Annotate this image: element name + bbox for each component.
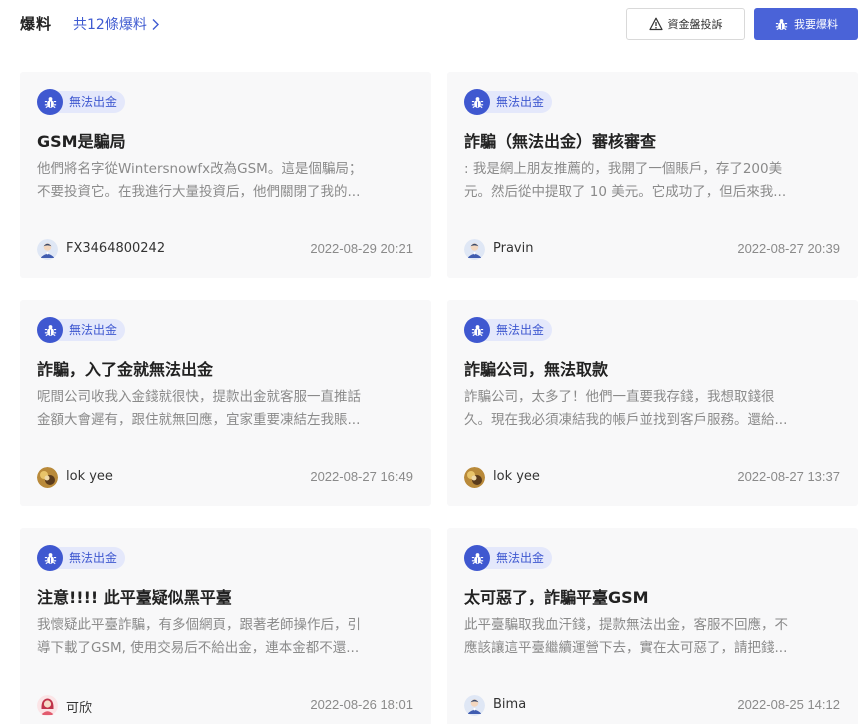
- category-tag: 無法出金: [464, 544, 553, 572]
- excerpt-line: : 我是網上朋友推薦的，我開了一個賬戶，存了200美: [464, 161, 783, 177]
- author-name: lok yee: [493, 469, 540, 484]
- author-name: 可欣: [66, 701, 93, 716]
- report-card[interactable]: 無法出金 詐騙（無法出金）審核審查 : 我是網上朋友推薦的，我開了一個賬戶，存了…: [447, 72, 858, 278]
- report-excerpt: 他們將名字從Wintersnowfx改為GSM。這是個騙局； 不要投資它。在我進…: [37, 158, 412, 204]
- bug-icon: [464, 317, 490, 343]
- excerpt-line: 導下載了GSM, 使用交易后不給出金，連本金都不還...: [37, 640, 360, 656]
- excerpt-line: 金額大會遲有，跟住就無回應，宜家重要凍結左我賬...: [37, 412, 361, 428]
- post-date: 2022-08-27 16:49: [310, 469, 413, 484]
- bug-icon: [464, 89, 490, 115]
- author-name: lok yee: [66, 469, 113, 484]
- category-label: 無法出金: [482, 547, 553, 569]
- category-tag: 無法出金: [37, 88, 126, 116]
- photo-avatar-icon: [464, 467, 485, 488]
- post-date: 2022-08-25 14:12: [737, 697, 840, 712]
- report-title[interactable]: GSM是騙局: [37, 128, 417, 152]
- bug-icon: [37, 545, 63, 571]
- report-card[interactable]: 無法出金 詐騙，入了金就無法出金 呢間公司收我入金錢就很快，提款出金就客服一直推…: [20, 300, 431, 506]
- report-card[interactable]: 無法出金 GSM是騙局 他們將名字從Wintersnowfx改為GSM。這是個騙…: [20, 72, 431, 278]
- excerpt-line: 我懷疑此平臺詐騙，有多個網頁，跟著老師操作后，引: [37, 617, 361, 633]
- female-user-avatar-icon: [37, 695, 58, 716]
- header-bar: 爆料 共12條爆料 資金盤投訴 我要爆料: [0, 0, 865, 48]
- fund-complaint-label: 資金盤投訴: [667, 18, 723, 31]
- post-date: 2022-08-26 18:01: [310, 697, 413, 712]
- excerpt-line: 他們將名字從Wintersnowfx改為GSM。這是個騙局；: [37, 161, 363, 177]
- category-tag: 無法出金: [464, 316, 553, 344]
- fund-complaint-button[interactable]: 資金盤投訴: [626, 8, 745, 40]
- excerpt-line: 呢間公司收我入金錢就很快，提款出金就客服一直推話: [37, 389, 361, 405]
- default-user-avatar-icon: [464, 239, 485, 260]
- report-title[interactable]: 詐騙公司，無法取款: [464, 356, 844, 380]
- category-tag: 無法出金: [37, 544, 126, 572]
- post-date: 2022-08-27 20:39: [737, 241, 840, 256]
- warning-icon: [648, 17, 663, 31]
- category-label: 無法出金: [55, 319, 126, 341]
- excerpt-line: 久。現在我必須凍結我的帳戶並找到客戶服務。還給...: [464, 412, 788, 428]
- bug-icon: [37, 317, 63, 343]
- bug-icon: [37, 89, 63, 115]
- author-name: Pravin: [493, 241, 534, 256]
- default-user-avatar-icon: [37, 239, 58, 260]
- default-user-avatar-icon: [464, 695, 485, 716]
- report-excerpt: 呢間公司收我入金錢就很快，提款出金就客服一直推話 金額大會遲有，跟住就無回應，宜…: [37, 386, 412, 432]
- report-count-label: 共12條爆料: [73, 17, 147, 33]
- category-label: 無法出金: [55, 547, 126, 569]
- excerpt-line: 詐騙公司，太多了！他們一直要我存錢，我想取錢很: [464, 389, 775, 405]
- submit-report-label: 我要爆料: [794, 18, 838, 31]
- photo-avatar-icon: [37, 467, 58, 488]
- category-tag: 無法出金: [464, 88, 553, 116]
- report-excerpt: 此平臺騙取我血汗錢，提款無法出金，客服不回應，不 應該讓這平臺繼續運營下去，實在…: [464, 614, 839, 660]
- category-label: 無法出金: [482, 91, 553, 113]
- report-title[interactable]: 注意!!!! 此平臺疑似黑平臺: [37, 584, 417, 608]
- excerpt-line: 此平臺騙取我血汗錢，提款無法出金，客服不回應，不: [464, 617, 788, 633]
- report-card[interactable]: 無法出金 詐騙公司，無法取款 詐騙公司，太多了！他們一直要我存錢，我想取錢很 久…: [447, 300, 858, 506]
- author-name: FX3464800242: [66, 241, 166, 256]
- category-label: 無法出金: [482, 319, 553, 341]
- report-title[interactable]: 詐騙（無法出金）審核審查: [464, 128, 844, 152]
- excerpt-line: 不要投資它。在我進行大量投資后，他們關閉了我的...: [37, 184, 361, 200]
- bug-icon: [775, 18, 788, 30]
- report-excerpt: 詐騙公司，太多了！他們一直要我存錢，我想取錢很 久。現在我必須凍結我的帳戶並找到…: [464, 386, 839, 432]
- bug-icon: [464, 545, 490, 571]
- post-date: 2022-08-29 20:21: [310, 241, 413, 256]
- author-name: Bima: [493, 697, 527, 712]
- category-label: 無法出金: [55, 91, 126, 113]
- submit-report-button[interactable]: 我要爆料: [754, 8, 858, 40]
- report-card[interactable]: 無法出金 注意!!!! 此平臺疑似黑平臺 我懷疑此平臺詐騙，有多個網頁，跟著老師…: [20, 528, 431, 724]
- chevron-right-icon: [152, 18, 159, 30]
- post-date: 2022-08-27 13:37: [737, 469, 840, 484]
- excerpt-line: 應該讓這平臺繼續運營下去，實在太可惡了，請把錢...: [464, 640, 788, 656]
- report-excerpt: : 我是網上朋友推薦的，我開了一個賬戶，存了200美 元。然后從中提取了 10 …: [464, 158, 839, 204]
- report-count-link[interactable]: 共12條爆料: [73, 14, 160, 34]
- report-card[interactable]: 無法出金 太可惡了，詐騙平臺GSM 此平臺騙取我血汗錢，提款無法出金，客服不回應…: [447, 528, 858, 724]
- report-excerpt: 我懷疑此平臺詐騙，有多個網頁，跟著老師操作后，引 導下載了GSM, 使用交易后不…: [37, 614, 412, 660]
- category-tag: 無法出金: [37, 316, 126, 344]
- report-title[interactable]: 詐騙，入了金就無法出金: [37, 356, 417, 380]
- page-title: 爆料: [20, 15, 53, 33]
- excerpt-line: 元。然后從中提取了 10 美元。它成功了，但后來我...: [464, 184, 787, 200]
- report-title[interactable]: 太可惡了，詐騙平臺GSM: [464, 584, 844, 608]
